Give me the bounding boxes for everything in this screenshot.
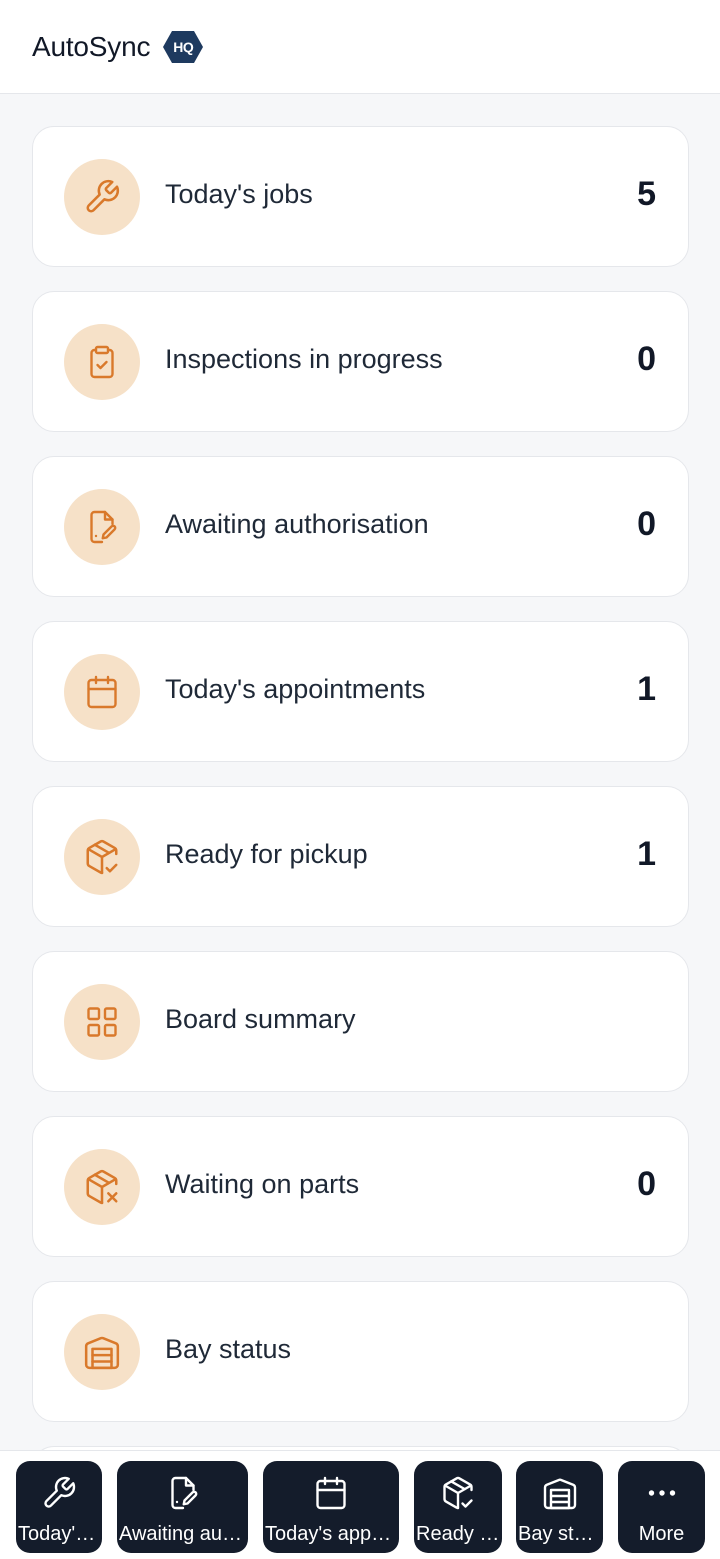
card-inspections-in-progress[interactable]: Inspections in progress 0 [32, 291, 689, 432]
nav-label: Ready for pickup [416, 1523, 502, 1545]
card-count: 1 [637, 670, 656, 708]
card-todays-appointments[interactable]: Today's appointments 1 [32, 621, 689, 762]
card-bay-status[interactable]: Bay status [32, 1281, 689, 1422]
nav-awaiting-authorisation[interactable]: Awaiting authorisation [117, 1461, 248, 1553]
card-count: 0 [637, 340, 656, 378]
card-todays-jobs[interactable]: Today's jobs 5 [32, 126, 689, 267]
wrench-icon [64, 159, 140, 235]
nav-label: More [638, 1523, 685, 1545]
app-header: AutoSync HQ [0, 0, 720, 94]
garage-icon [64, 1314, 140, 1390]
card-ready-for-pickup[interactable]: Ready for pickup 1 [32, 786, 689, 927]
file-signature-icon [64, 489, 140, 565]
card-count: 5 [637, 175, 656, 213]
card-label: Waiting on parts [165, 1169, 360, 1199]
wrench-icon [41, 1473, 77, 1513]
app-name: AutoSync [32, 30, 151, 62]
bottom-nav: Today's jobs Awaiting authorisation Toda… [0, 1450, 720, 1559]
card-waiting-on-parts[interactable]: Waiting on parts 0 [32, 1116, 689, 1257]
card-count: 0 [637, 1165, 656, 1203]
nav-bay-status[interactable]: Bay status [516, 1461, 603, 1553]
nav-todays-jobs[interactable]: Today's jobs [16, 1461, 102, 1553]
nav-label: Bay status [518, 1523, 603, 1545]
more-horizontal-icon [644, 1473, 680, 1513]
card-label: Inspections in progress [165, 344, 443, 374]
package-x-icon [64, 1149, 140, 1225]
nav-label: Today's jobs [18, 1523, 102, 1545]
calendar-icon [313, 1473, 349, 1513]
garage-icon [542, 1473, 578, 1513]
nav-label: Awaiting authorisation [119, 1523, 248, 1545]
clipboard-check-icon [64, 324, 140, 400]
card-label: Ready for pickup [165, 839, 368, 869]
nav-todays-appointments[interactable]: Today's appointments [263, 1461, 399, 1553]
hq-badge-label: HQ [173, 38, 194, 55]
file-signature-icon [165, 1473, 201, 1513]
nav-more[interactable]: More [618, 1461, 705, 1553]
card-label: Board summary [165, 1004, 356, 1034]
nav-ready-for-pickup[interactable]: Ready for pickup [414, 1461, 502, 1553]
hq-badge: HQ [162, 29, 204, 65]
calendar-icon [64, 654, 140, 730]
card-awaiting-authorisation[interactable]: Awaiting authorisation 0 [32, 456, 689, 597]
package-check-icon [64, 819, 140, 895]
dashboard-list: Today's jobs 5 Inspections in progress 0… [0, 95, 720, 1450]
card-label: Today's jobs [165, 179, 313, 209]
card-count: 0 [637, 505, 656, 543]
card-label: Awaiting authorisation [165, 509, 429, 539]
card-label: Bay status [165, 1334, 292, 1364]
card-label: Today's appointments [165, 674, 426, 704]
card-board-summary[interactable]: Board summary [32, 951, 689, 1092]
package-check-icon [440, 1473, 476, 1513]
card-count: 1 [637, 835, 656, 873]
grid-icon [64, 984, 140, 1060]
nav-label: Today's appointments [265, 1523, 399, 1545]
